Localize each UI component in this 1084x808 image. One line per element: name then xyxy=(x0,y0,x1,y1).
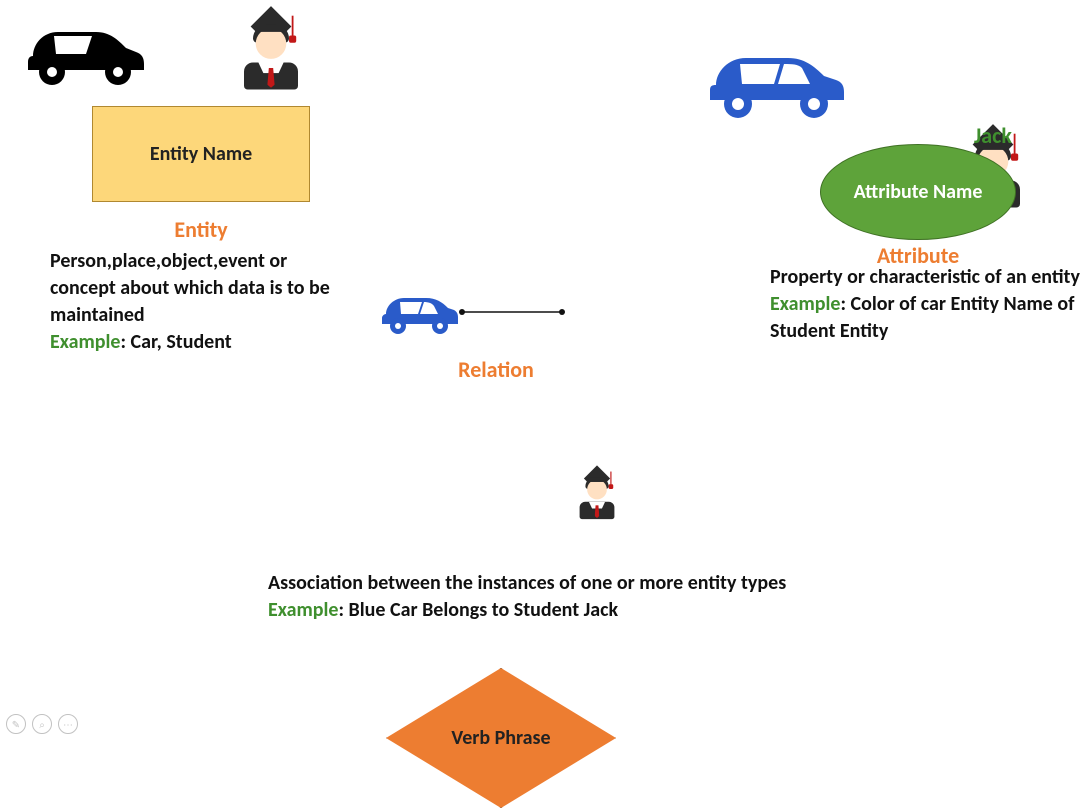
attribute-example-key: Example xyxy=(770,292,841,316)
entity-desc-text: Person,place,object,event or concept abo… xyxy=(50,249,330,327)
student-icon xyxy=(240,9,303,90)
entity-example-val: : Car, Student xyxy=(121,330,232,354)
car-icon xyxy=(698,30,848,130)
car-icon xyxy=(376,282,460,343)
relation-shape: Verb Phrase xyxy=(386,668,616,808)
entity-description: Person,place,object,event or concept abo… xyxy=(50,248,350,356)
relation-desc-text: Association between the instances of one… xyxy=(268,571,786,595)
relation-example-key: Example xyxy=(268,598,339,622)
attribute-description: Property or characteristic of an entity … xyxy=(770,264,1080,345)
attribute-desc-text: Property or characteristic of an entity xyxy=(770,265,1080,289)
zoom-icon[interactable]: ⌕ xyxy=(32,714,52,734)
student-icon xyxy=(577,467,618,519)
clipboard-icon[interactable]: ✎ xyxy=(6,714,26,734)
entity-shape: Entity Name xyxy=(92,106,310,202)
relation-shape-label: Verb Phrase xyxy=(451,726,550,750)
relation-example-val: : Blue Car Belongs to Student Jack xyxy=(339,598,619,622)
relation-heading: Relation xyxy=(386,356,606,383)
entity-example-key: Example xyxy=(50,330,121,354)
jack-label: Jack xyxy=(974,122,1012,149)
more-icon[interactable]: ⋯ xyxy=(58,714,78,734)
entity-heading: Entity xyxy=(92,216,310,243)
car-icon xyxy=(18,6,148,96)
relation-line xyxy=(458,306,566,318)
entity-shape-label: Entity Name xyxy=(150,142,252,166)
relation-description: Association between the instances of one… xyxy=(268,570,788,624)
attribute-shape-label: Attribute Name xyxy=(854,181,983,204)
attribute-shape: Attribute Name xyxy=(820,144,1016,240)
footer-toolbar: ✎ ⌕ ⋯ xyxy=(6,714,78,734)
